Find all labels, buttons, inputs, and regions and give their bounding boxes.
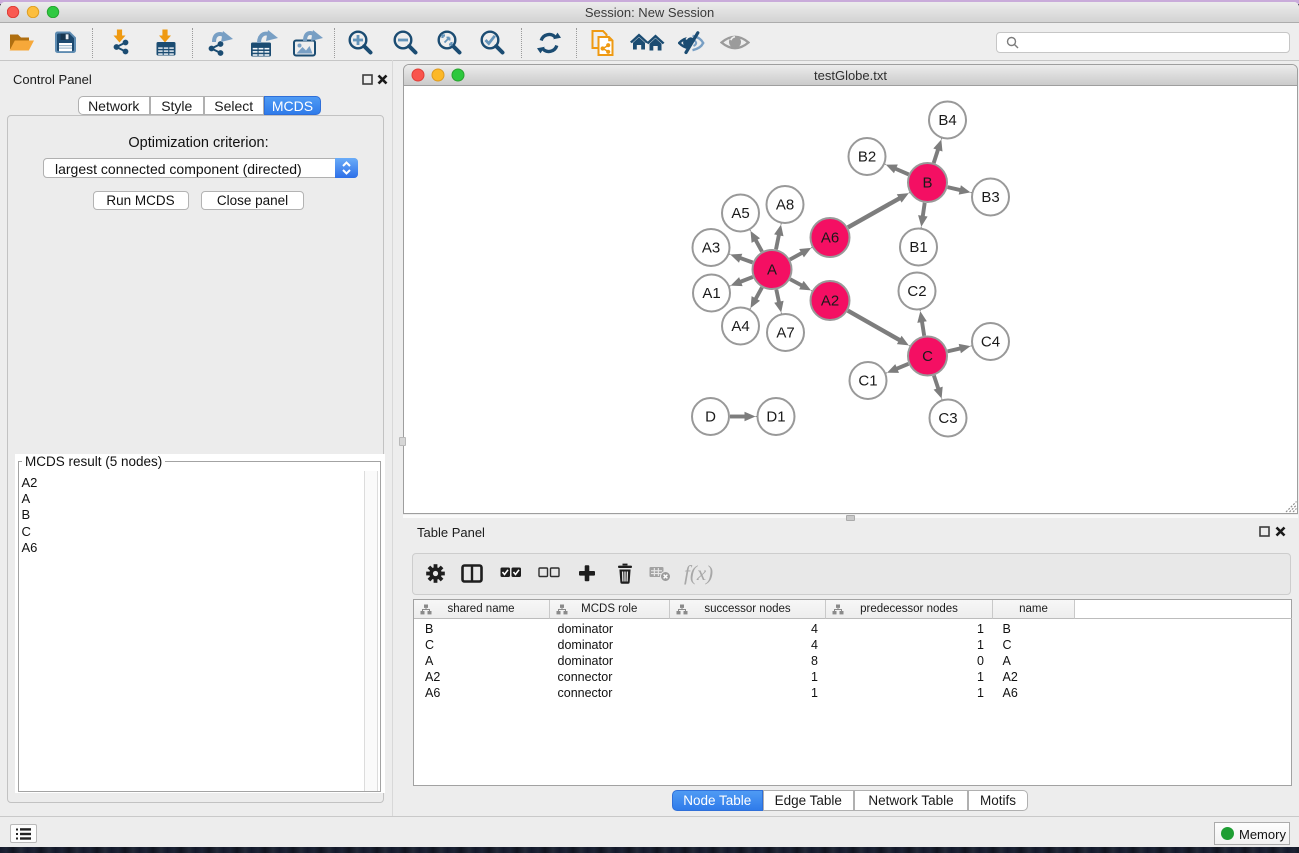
svg-text:A3: A3	[702, 240, 720, 257]
svg-text:A7: A7	[776, 325, 794, 342]
svg-text:D1: D1	[766, 409, 785, 426]
svg-text:A4: A4	[731, 318, 749, 335]
svg-text:B4: B4	[938, 112, 956, 129]
svg-text:B: B	[922, 175, 932, 192]
svg-text:A6: A6	[821, 230, 839, 247]
svg-text:A8: A8	[776, 197, 794, 214]
svg-text:C4: C4	[981, 334, 1000, 351]
svg-text:D: D	[705, 409, 716, 426]
svg-text:C3: C3	[938, 410, 957, 427]
svg-text:B1: B1	[909, 239, 927, 256]
svg-text:B3: B3	[981, 189, 999, 206]
svg-text:C: C	[922, 348, 933, 365]
svg-text:B2: B2	[858, 149, 876, 166]
svg-text:A5: A5	[731, 205, 749, 222]
svg-text:A2: A2	[821, 293, 839, 310]
svg-text:A: A	[767, 262, 777, 279]
svg-text:A1: A1	[702, 285, 720, 302]
svg-text:C2: C2	[907, 283, 926, 300]
svg-text:C1: C1	[858, 373, 877, 390]
